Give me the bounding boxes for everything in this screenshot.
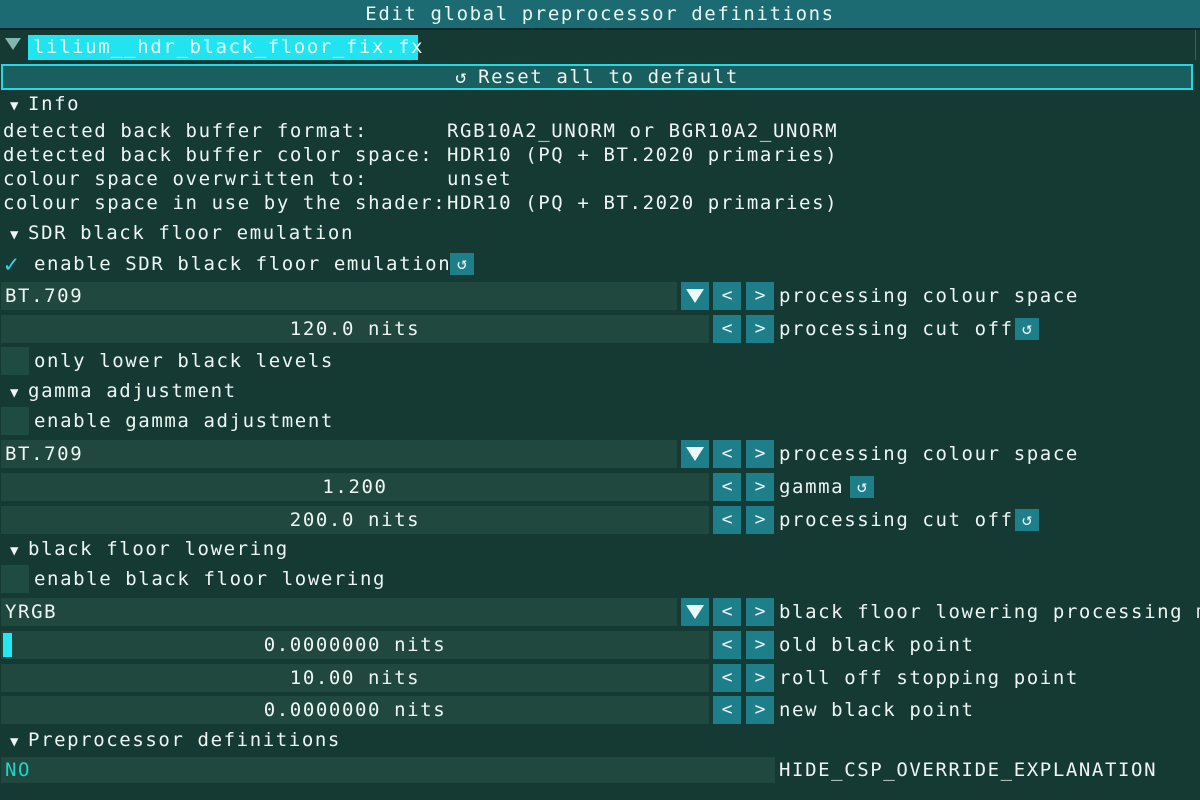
reset-icon[interactable]: ↺ bbox=[450, 253, 474, 275]
decrement-button[interactable]: < bbox=[713, 506, 741, 534]
info-value: HDR10 (PQ + BT.2020 primaries) bbox=[447, 192, 839, 214]
increment-button[interactable]: > bbox=[746, 440, 774, 468]
increment-button[interactable]: > bbox=[746, 315, 774, 343]
gamma-cutoff-input[interactable]: 200.0 nits bbox=[1, 506, 709, 534]
title-divider bbox=[0, 28, 1200, 30]
only-lower-label: only lower black levels bbox=[34, 350, 334, 372]
rolloff-input[interactable]: 10.00 nits bbox=[1, 664, 709, 692]
increment-button[interactable]: > bbox=[746, 631, 774, 659]
lowering-enable-checkbox[interactable] bbox=[1, 565, 29, 593]
divider bbox=[1195, 30, 1196, 60]
dropdown-arrow-icon[interactable] bbox=[681, 282, 709, 310]
info-header[interactable]: ▼ Info bbox=[10, 92, 80, 116]
preproc-header[interactable]: ▼ Preprocessor definitions bbox=[10, 728, 341, 752]
gamma-value-input[interactable]: 1.200 bbox=[1, 473, 709, 501]
expand-arrow-icon: ▼ bbox=[10, 227, 21, 243]
increment-button[interactable]: > bbox=[746, 696, 774, 724]
lowering-enable-label: enable black floor lowering bbox=[34, 568, 387, 590]
sdr-cutoff-label: processing cut off bbox=[779, 318, 1014, 340]
dropdown-arrow-icon[interactable] bbox=[681, 440, 709, 468]
decrement-button[interactable]: < bbox=[713, 315, 741, 343]
gamma-cutoff-label: processing cut off bbox=[779, 509, 1014, 531]
tab-effect-file[interactable]: lilium__hdr_black_floor_fix.fx bbox=[28, 35, 423, 60]
expand-arrow-icon: ▼ bbox=[10, 98, 21, 114]
gamma-colour-space-label: processing colour space bbox=[779, 443, 1079, 465]
gamma-header[interactable]: ▼ gamma adjustment bbox=[10, 379, 237, 403]
info-value: RGB10A2_UNORM or BGR10A2_UNORM bbox=[447, 120, 839, 142]
expand-arrow-icon: ▼ bbox=[10, 543, 21, 559]
window-title: Edit global preprocessor definitions bbox=[0, 0, 1200, 28]
gamma-enable-checkbox[interactable] bbox=[1, 407, 29, 435]
decrement-button[interactable]: < bbox=[713, 598, 741, 626]
lowering-header-label: black floor lowering bbox=[28, 538, 289, 560]
increment-button[interactable]: > bbox=[746, 473, 774, 501]
info-value: unset bbox=[447, 168, 513, 190]
preproc-name-label: HIDE_CSP_OVERRIDE_EXPLANATION bbox=[779, 759, 1158, 781]
preproc-value-input[interactable]: NO bbox=[1, 757, 775, 783]
sdr-header-label: SDR black floor emulation bbox=[28, 222, 355, 244]
sdr-colour-space-label: processing colour space bbox=[779, 285, 1079, 307]
lowering-mode-label: black floor lowering processing m bbox=[779, 601, 1200, 623]
expand-arrow-icon: ▼ bbox=[10, 385, 21, 401]
rolloff-label: roll off stopping point bbox=[779, 667, 1079, 689]
decrement-button[interactable]: < bbox=[713, 282, 741, 310]
info-key: colour space overwritten to: bbox=[3, 168, 369, 190]
gamma-colour-space-combo[interactable]: BT.709 bbox=[1, 440, 677, 468]
gamma-enable-label: enable gamma adjustment bbox=[34, 410, 334, 432]
old-black-label: old black point bbox=[779, 634, 975, 656]
sdr-colour-space-combo[interactable]: BT.709 bbox=[1, 282, 677, 310]
dropdown-arrow-icon[interactable] bbox=[681, 598, 709, 626]
gamma-label: gamma bbox=[779, 476, 845, 498]
reset-icon[interactable]: ↺ bbox=[1015, 509, 1039, 531]
reset-all-label: Reset all to default bbox=[478, 66, 739, 88]
info-key: detected back buffer color space: bbox=[3, 144, 434, 166]
reset-icon[interactable]: ↺ bbox=[1015, 318, 1039, 340]
old-black-input[interactable]: 0.0000000 nits bbox=[1, 631, 709, 659]
decrement-button[interactable]: < bbox=[713, 664, 741, 692]
info-key: colour space in use by the shader: bbox=[3, 192, 447, 214]
collapse-arrow-icon[interactable] bbox=[5, 38, 21, 50]
checkmark-icon[interactable]: ✓ bbox=[4, 251, 30, 277]
reset-icon[interactable]: ↺ bbox=[850, 476, 874, 498]
increment-button[interactable]: > bbox=[746, 506, 774, 534]
info-value: HDR10 (PQ + BT.2020 primaries) bbox=[447, 144, 839, 166]
decrement-button[interactable]: < bbox=[713, 631, 741, 659]
gamma-header-label: gamma adjustment bbox=[28, 380, 237, 402]
new-black-label: new black point bbox=[779, 699, 975, 721]
reset-all-button[interactable]: ↺ Reset all to default bbox=[1, 64, 1193, 90]
only-lower-checkbox[interactable] bbox=[1, 347, 29, 375]
lowering-mode-combo[interactable]: YRGB bbox=[1, 598, 677, 626]
slider-grab-handle[interactable] bbox=[3, 633, 12, 657]
increment-button[interactable]: > bbox=[746, 664, 774, 692]
sdr-enable-label: enable SDR black floor emulation bbox=[34, 253, 452, 275]
lowering-header[interactable]: ▼ black floor lowering bbox=[10, 537, 289, 561]
info-header-label: Info bbox=[28, 93, 81, 115]
new-black-input[interactable]: 0.0000000 nits bbox=[1, 696, 709, 724]
reset-icon: ↺ bbox=[455, 66, 469, 88]
increment-button[interactable]: > bbox=[746, 598, 774, 626]
increment-button[interactable]: > bbox=[746, 282, 774, 310]
sdr-header[interactable]: ▼ SDR black floor emulation bbox=[10, 221, 354, 245]
sdr-cutoff-input[interactable]: 120.0 nits bbox=[1, 315, 709, 343]
decrement-button[interactable]: < bbox=[713, 440, 741, 468]
info-key: detected back buffer format: bbox=[3, 120, 369, 142]
preproc-header-label: Preprocessor definitions bbox=[28, 729, 341, 751]
decrement-button[interactable]: < bbox=[713, 696, 741, 724]
decrement-button[interactable]: < bbox=[713, 473, 741, 501]
expand-arrow-icon: ▼ bbox=[10, 734, 21, 750]
